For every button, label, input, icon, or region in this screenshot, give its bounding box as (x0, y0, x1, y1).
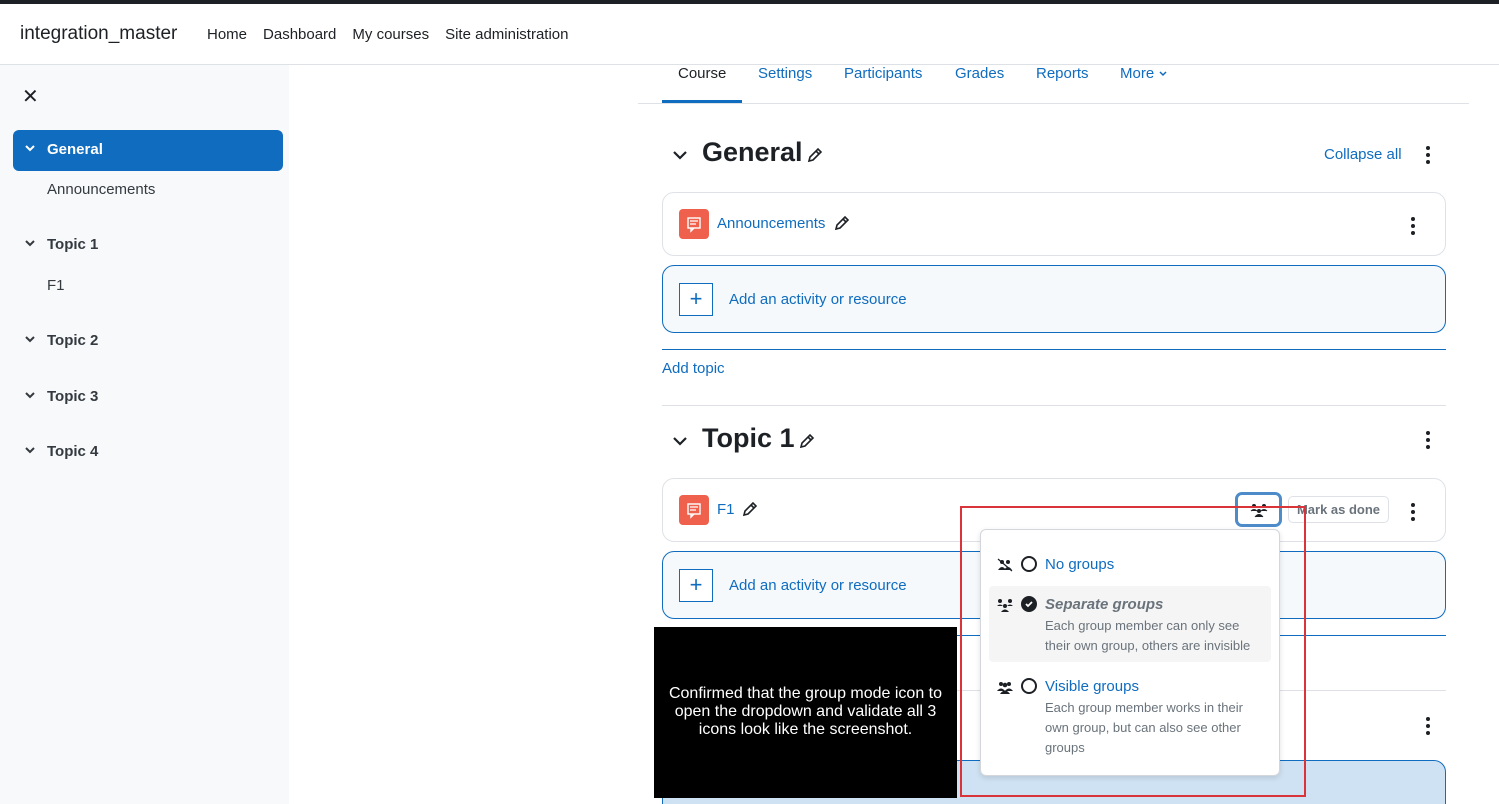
activity-actions-kebab-icon[interactable] (1410, 503, 1416, 521)
edit-activity-name-icon[interactable] (742, 501, 758, 517)
forum-icon (679, 209, 709, 239)
chevron-down-icon[interactable] (24, 142, 36, 154)
group-mode-option-separate-groups[interactable]: Separate groups Each group member can on… (989, 586, 1271, 662)
radio-checked-icon (1021, 596, 1037, 612)
nav-dashboard-link[interactable]: Dashboard (263, 26, 336, 43)
course-index-activity-f1[interactable]: F1 (13, 266, 283, 307)
group-mode-option-visible-groups[interactable]: Visible groups Each group member works i… (989, 670, 1271, 758)
add-activity-box-general[interactable]: + Add an activity or resource (662, 265, 1446, 333)
activity-card-announcements: Announcements (662, 192, 1446, 256)
group-mode-dropdown: No groups Separate groups Each group mem… (980, 529, 1280, 776)
edit-activity-name-icon[interactable] (834, 215, 850, 231)
course-index-section-topic-1[interactable]: Topic 1 (13, 225, 283, 266)
tab-settings[interactable]: Settings (758, 65, 812, 82)
course-index-label: Topic 3 (47, 388, 99, 405)
plus-icon[interactable]: + (679, 283, 713, 316)
course-index-section-topic-4[interactable]: Topic 4 (13, 432, 283, 473)
option-title: Visible groups (1045, 678, 1139, 695)
section-actions-kebab-icon[interactable] (1425, 431, 1431, 449)
no-groups-icon (997, 558, 1013, 572)
section-divider (662, 405, 1446, 406)
chevron-down-icon[interactable] (24, 237, 36, 249)
separate-groups-icon (997, 599, 1013, 612)
section-actions-kebab-icon[interactable] (1425, 717, 1431, 735)
group-mode-button[interactable] (1235, 492, 1282, 527)
top-navbar: integration_master Home Dashboard My cou… (0, 0, 1499, 65)
course-index-label: Topic 1 (47, 236, 99, 253)
activity-link-announcements[interactable]: Announcements (717, 215, 825, 232)
option-title: No groups (1045, 556, 1115, 573)
add-activity-label[interactable]: Add an activity or resource (729, 291, 907, 308)
add-activity-label[interactable]: Add an activity or resource (729, 577, 907, 594)
option-title: Separate groups (1045, 596, 1164, 613)
chevron-down-icon[interactable] (24, 444, 36, 456)
nav-home-link[interactable]: Home (207, 26, 247, 43)
edit-title-icon[interactable] (807, 147, 823, 163)
site-brand[interactable]: integration_master (20, 23, 177, 45)
section-actions-kebab-icon[interactable] (1425, 146, 1431, 164)
nav-my-courses-link[interactable]: My courses (352, 26, 429, 43)
option-description: Each group member can only see their own… (1045, 618, 1251, 653)
option-description: Each group member works in their own gro… (1045, 700, 1243, 755)
course-index-label: Topic 2 (47, 332, 99, 349)
course-index-section-topic-3[interactable]: Topic 3 (13, 377, 283, 418)
tab-grades[interactable]: Grades (955, 65, 1004, 82)
tab-reports[interactable]: Reports (1036, 65, 1089, 82)
section-title-general: General (702, 137, 803, 167)
annotation-caption: Confirmed that the group mode icon to op… (654, 627, 957, 798)
chevron-down-icon[interactable] (24, 389, 36, 401)
tab-more[interactable]: More (1120, 65, 1168, 82)
course-index-section-topic-2[interactable]: Topic 2 (13, 321, 283, 362)
activity-actions-kebab-icon[interactable] (1410, 217, 1416, 235)
tab-more-label: More (1120, 65, 1155, 82)
nav-site-administration-link[interactable]: Site administration (445, 26, 568, 43)
primary-navigation: Home Dashboard My courses Site administr… (207, 26, 585, 43)
tab-course[interactable]: Course (678, 65, 726, 82)
visible-groups-icon (997, 682, 1013, 694)
add-topic-divider (662, 349, 1446, 350)
course-index-label: General (47, 141, 103, 158)
plus-icon[interactable]: + (679, 569, 713, 602)
edit-title-icon[interactable] (799, 433, 815, 449)
chevron-down-icon (1159, 71, 1167, 77)
course-index-section-general[interactable]: General (13, 130, 283, 171)
chevron-down-icon[interactable] (24, 333, 36, 345)
separate-groups-icon (1250, 504, 1268, 518)
active-tab-indicator (662, 100, 742, 103)
course-index-activity-announcements[interactable]: Announcements (13, 170, 283, 211)
collapse-all-link[interactable]: Collapse all (1324, 146, 1402, 163)
course-index-drawer: ✕ General Announcements Topic 1 F1 Topic… (0, 65, 289, 804)
tab-participants[interactable]: Participants (844, 65, 922, 82)
mark-as-done-button[interactable]: Mark as done (1288, 496, 1389, 523)
collapse-section-icon[interactable] (672, 147, 688, 163)
add-topic-link[interactable]: Add topic (662, 360, 725, 377)
radio-unchecked-icon (1021, 556, 1037, 572)
close-drawer-icon[interactable]: ✕ (22, 84, 39, 109)
forum-icon (679, 495, 709, 525)
course-content: Course Settings Participants Grades Repo… (289, 65, 1499, 804)
activity-link-f1[interactable]: F1 (717, 501, 735, 518)
course-index-label: Announcements (47, 181, 156, 198)
group-mode-option-no-groups[interactable]: No groups (989, 548, 1271, 582)
radio-unchecked-icon (1021, 678, 1037, 694)
course-index-label: Topic 4 (47, 443, 99, 460)
course-index-label: F1 (47, 277, 65, 294)
collapse-section-icon[interactable] (672, 433, 688, 449)
section-title-topic-1: Topic 1 (702, 423, 795, 453)
